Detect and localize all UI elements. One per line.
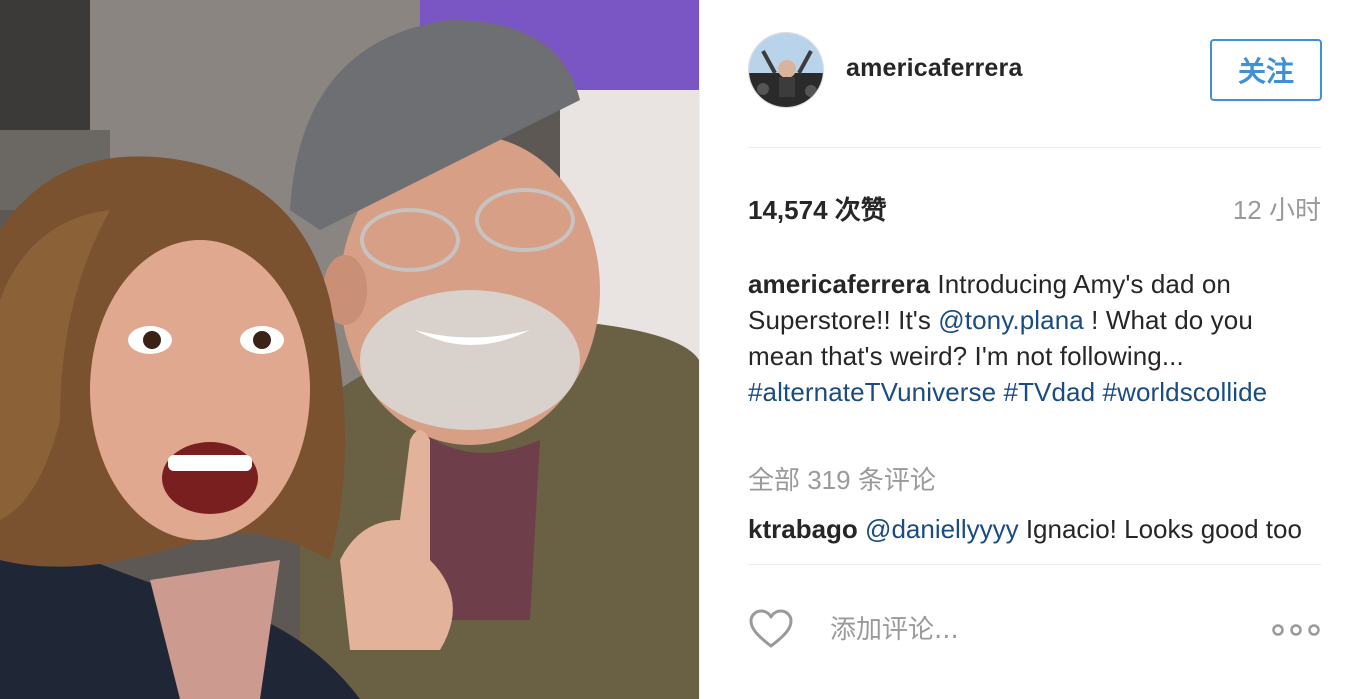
likes-count[interactable]: 14,574 次赞 [748, 190, 887, 227]
post-timestamp[interactable]: 12 小时 [1233, 190, 1321, 227]
post-actions [748, 600, 1322, 660]
avatar[interactable] [748, 32, 824, 108]
comments-divider [748, 564, 1322, 565]
follow-button[interactable]: 关注 [1210, 39, 1322, 101]
post-header: americaferrera 关注 [748, 28, 1322, 124]
hashtag-link[interactable]: #worldscollide [1103, 377, 1268, 407]
post-side-panel: americaferrera 关注 14,574 次赞 12 小时 americ… [699, 0, 1365, 699]
avatar-image [749, 33, 823, 107]
header-divider [748, 147, 1322, 148]
comment-item: ktrabago @daniellyyyy Ignacio! Looks goo… [748, 510, 1322, 548]
comment-user[interactable]: ktrabago [748, 514, 858, 544]
add-comment-input[interactable] [830, 608, 1230, 652]
post-caption: americaferrera Introducing Amy's dad on … [748, 266, 1322, 410]
hashtag-link[interactable]: #TVdad [1004, 377, 1096, 407]
more-dots-icon[interactable] [1270, 620, 1322, 640]
heart-outline-icon[interactable] [748, 608, 794, 650]
post-photo[interactable] [0, 0, 699, 699]
caption-mention-link[interactable]: @tony.plana [938, 305, 1084, 335]
comment-mention-link[interactable]: @daniellyyyy [865, 514, 1019, 544]
comments-list: ktrabago @daniellyyyy Ignacio! Looks goo… [748, 510, 1322, 560]
hashtag-link[interactable]: #alternateTVuniverse [748, 377, 996, 407]
comment-text: Ignacio! Looks good too [1018, 514, 1302, 544]
instagram-post: americaferrera 关注 14,574 次赞 12 小时 americ… [0, 0, 1365, 699]
view-all-comments-link[interactable]: 全部 319 条评论 [748, 460, 936, 497]
caption-author[interactable]: americaferrera [748, 269, 930, 299]
username[interactable]: americaferrera [846, 54, 1023, 83]
selfie-photo-image [0, 0, 699, 699]
